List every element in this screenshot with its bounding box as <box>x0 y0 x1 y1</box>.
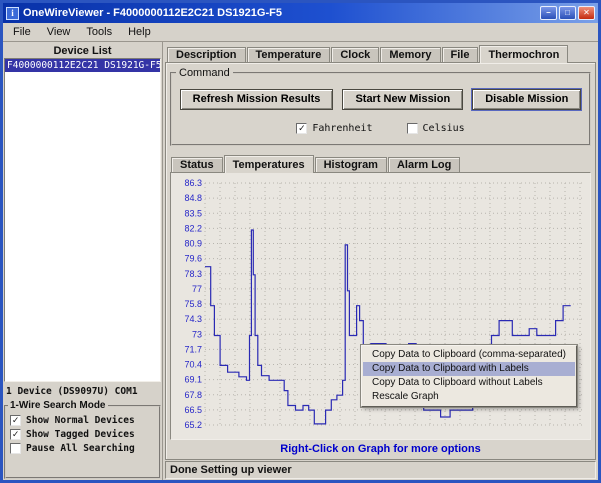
subtab-histogram[interactable]: Histogram <box>315 157 387 172</box>
search-mode-title: 1-Wire Search Mode <box>8 400 108 411</box>
svg-text:80.9: 80.9 <box>184 239 202 249</box>
svg-text:69.1: 69.1 <box>184 375 202 385</box>
statusbar: Done Setting up viewer <box>165 461 596 479</box>
menubar: FileViewToolsHelp <box>3 23 598 42</box>
unit-options: ✓ Fahrenheit Celsius <box>176 123 585 134</box>
svg-text:73: 73 <box>192 329 202 339</box>
checkbox-icon <box>10 443 21 454</box>
tab-file[interactable]: File <box>442 47 479 62</box>
maximize-button[interactable]: □ <box>559 6 576 20</box>
search-mode-panel: 1-Wire Search Mode ✓Show Normal Devices✓… <box>4 400 161 479</box>
checkbox-show-tagged-devices[interactable]: ✓ Show Tagged Devices <box>10 429 155 440</box>
context-menu-item-rescale-graph[interactable]: Rescale Graph <box>363 390 575 404</box>
svg-text:86.3: 86.3 <box>184 178 202 188</box>
checkbox-label: Fahrenheit <box>312 123 372 134</box>
device-list-header: Device List <box>4 43 161 58</box>
checkbox-fahrenheit[interactable]: ✓ Fahrenheit <box>296 123 372 134</box>
checkbox-icon: ✓ <box>296 123 307 134</box>
checkbox-label: Show Normal Devices <box>26 415 135 426</box>
window-content: Device List F4000000112E2C21 DS1921G-F5 … <box>3 42 598 480</box>
svg-text:67.8: 67.8 <box>184 390 202 400</box>
checkbox-icon: ✓ <box>10 415 21 426</box>
search-mode-options: ✓ Show Normal Devices ✓ Show Tagged Devices… <box>8 415 157 454</box>
command-panel-title: Command <box>176 67 233 79</box>
checkbox-icon <box>407 123 418 134</box>
checkbox-icon: ✓ <box>10 429 21 440</box>
minimize-button[interactable]: – <box>540 6 557 20</box>
subtab-alarm-log[interactable]: Alarm Log <box>388 157 460 172</box>
svg-text:66.5: 66.5 <box>184 405 202 415</box>
disable-mission-button[interactable]: Disable Mission <box>472 89 581 110</box>
window-controls: –□✕ <box>540 6 595 20</box>
command-buttons: Refresh Mission Results Start New Mission… <box>176 89 585 110</box>
refresh-mission-results-button[interactable]: Refresh Mission Results <box>180 89 334 110</box>
checkbox-label: Show Tagged Devices <box>26 429 135 440</box>
context-menu-item-copy-data-to-clipboard-with-labels[interactable]: Copy Data to Clipboard with Labels <box>363 362 575 376</box>
svg-text:74.3: 74.3 <box>184 314 202 324</box>
svg-text:77: 77 <box>192 284 202 294</box>
svg-text:79.6: 79.6 <box>184 254 202 264</box>
checkbox-pause-all-searching[interactable]: Pause All Searching <box>10 443 155 454</box>
main-tabs: DescriptionTemperatureClockMemoryFileThe… <box>165 44 596 62</box>
graph-caption: Right-Click on Graph for more options <box>169 440 592 457</box>
context-menu-item-copy-data-to-clipboard-without-labels[interactable]: Copy Data to Clipboard without Labels <box>363 376 575 390</box>
menu-help[interactable]: Help <box>120 24 159 40</box>
checkbox-label: Pause All Searching <box>26 443 135 454</box>
menu-view[interactable]: View <box>39 24 79 40</box>
start-new-mission-button[interactable]: Start New Mission <box>342 89 463 110</box>
subtab-temperatures[interactable]: Temperatures <box>224 155 314 173</box>
window-title: OneWireViewer - F4000000112E2C21 DS1921G… <box>23 7 536 19</box>
device-list[interactable]: F4000000112E2C21 DS1921G-F5 <box>4 58 161 382</box>
checkbox-label: Celsius <box>423 123 465 134</box>
subtab-status[interactable]: Status <box>171 157 223 172</box>
tab-thermochron[interactable]: Thermochron <box>479 45 568 63</box>
app-window: i OneWireViewer - F4000000112E2C21 DS192… <box>0 0 601 483</box>
svg-text:75.8: 75.8 <box>184 299 202 309</box>
tab-clock[interactable]: Clock <box>331 47 379 62</box>
svg-text:84.8: 84.8 <box>184 193 202 203</box>
main-panel: DescriptionTemperatureClockMemoryFileThe… <box>163 42 598 480</box>
titlebar[interactable]: i OneWireViewer - F4000000112E2C21 DS192… <box>3 3 598 23</box>
svg-text:83.5: 83.5 <box>184 208 202 218</box>
tab-temperature[interactable]: Temperature <box>247 47 331 62</box>
close-button[interactable]: ✕ <box>578 6 595 20</box>
svg-text:65.2: 65.2 <box>184 420 202 430</box>
svg-text:78.3: 78.3 <box>184 269 202 279</box>
context-menu-item-copy-data-to-clipboard-comma-separated[interactable]: Copy Data to Clipboard (comma-separated) <box>363 348 575 362</box>
svg-text:70.4: 70.4 <box>184 360 202 370</box>
context-menu: Copy Data to Clipboard (comma-separated)… <box>361 345 577 407</box>
device-list-item[interactable]: F4000000112E2C21 DS1921G-F5 <box>5 59 160 72</box>
menu-tools[interactable]: Tools <box>78 24 120 40</box>
command-panel: Command Refresh Mission Results Start New… <box>170 67 591 146</box>
device-count-status: 1 Device (DS9097U) COM1 <box>4 382 161 399</box>
svg-text:82.2: 82.2 <box>184 223 202 233</box>
tab-description[interactable]: Description <box>167 47 246 62</box>
sub-tabs: StatusTemperaturesHistogramAlarm Log <box>169 154 592 172</box>
menu-file[interactable]: File <box>5 24 39 40</box>
checkbox-show-normal-devices[interactable]: ✓ Show Normal Devices <box>10 415 155 426</box>
app-icon: i <box>6 7 19 20</box>
device-panel: Device List F4000000112E2C21 DS1921G-F5 … <box>3 42 163 480</box>
checkbox-celsius[interactable]: Celsius <box>407 123 465 134</box>
tab-memory[interactable]: Memory <box>380 47 440 62</box>
svg-text:71.7: 71.7 <box>184 344 202 354</box>
